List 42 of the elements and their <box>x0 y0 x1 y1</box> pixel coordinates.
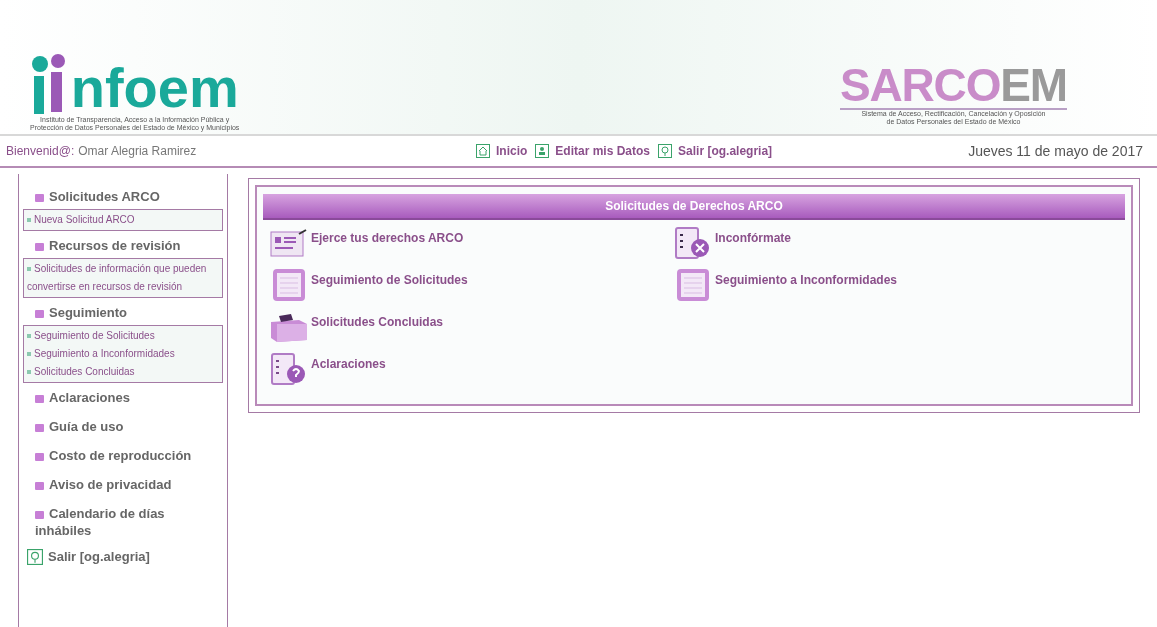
menu-link[interactable]: Inconfórmate <box>715 229 791 247</box>
submenu-link[interactable]: Seguimiento a Inconformidades <box>27 345 219 363</box>
submenu-link[interactable]: Seguimiento de Solicitudes <box>27 327 219 345</box>
menu-link[interactable]: Ejerce tus derechos ARCO <box>311 229 464 247</box>
logout-icon <box>658 144 673 158</box>
bullet-icon <box>35 394 44 403</box>
nav-link[interactable]: Salir [og.alegria] <box>678 142 773 160</box>
home-icon <box>476 144 490 158</box>
section-heading[interactable]: Solicitudes ARCO <box>35 188 211 205</box>
submenu-link[interactable]: Solicitudes Concluidas <box>27 363 219 381</box>
user-icon <box>535 144 550 158</box>
submenu-link[interactable]: Solicitudes de información que pueden convertirse en recursos de revisión <box>27 260 219 296</box>
section-heading[interactable]: Aviso de privacidad <box>35 476 211 493</box>
date-text: Jueves 11 de mayo de 2017 <box>968 141 1143 161</box>
submenu-link[interactable]: Nueva Solicitud ARCO <box>27 211 219 229</box>
logout-icon <box>27 548 43 565</box>
section-heading[interactable]: Calendario de días inhábiles <box>35 505 211 539</box>
section-heading[interactable]: Costo de reproducción <box>35 447 211 464</box>
menu-link[interactable]: Aclaraciones <box>311 355 386 373</box>
bullet-icon <box>35 193 44 202</box>
bullet-icon <box>35 309 44 318</box>
user-name: Omar Alegria Ramirez <box>78 143 197 160</box>
bullet-icon <box>35 423 44 432</box>
panel-title: Solicitudes de Derechos ARCO <box>263 194 1125 220</box>
welcome-label: Bienvenid@: <box>6 143 75 160</box>
section-heading[interactable]: Aclaraciones <box>35 389 211 406</box>
logout-link[interactable]: Salir [og.alegria] <box>48 547 150 567</box>
menu-link[interactable]: Solicitudes Concluidas <box>311 313 444 331</box>
bullet-icon <box>35 242 44 251</box>
section-heading[interactable]: Recursos de revisión <box>35 237 211 254</box>
nav-link[interactable]: Editar mis Datos <box>555 142 651 160</box>
logo-text: nfoem <box>70 60 239 116</box>
section-heading[interactable]: Guía de uso <box>35 418 211 435</box>
form-icon <box>269 226 309 260</box>
nav-link[interactable]: Inicio <box>496 142 528 160</box>
logo-text: SARCOEM <box>839 62 1067 110</box>
bullet-icon <box>35 510 44 519</box>
bullet-icon <box>35 452 44 461</box>
menu-link[interactable]: Seguimiento a Inconformidades <box>715 271 898 289</box>
bullet-icon <box>35 481 44 490</box>
menu-link[interactable]: Seguimiento de Solicitudes <box>311 271 468 289</box>
section-heading[interactable]: Seguimiento <box>35 304 211 321</box>
